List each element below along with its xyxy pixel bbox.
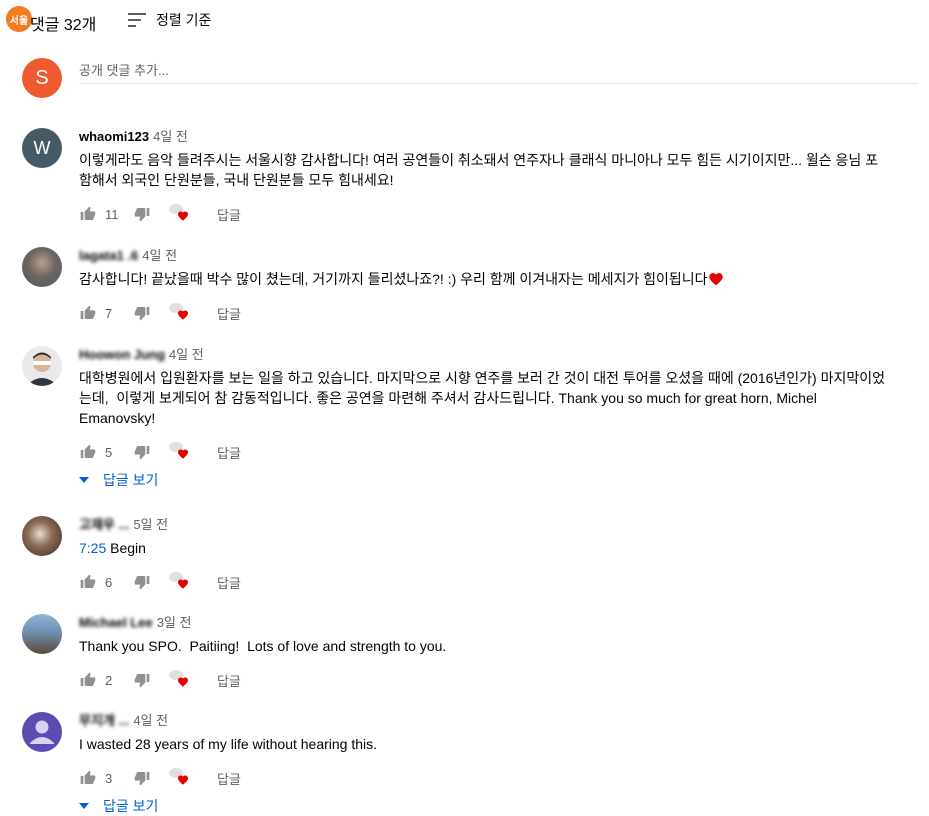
like-count: 5	[105, 444, 113, 460]
like-icon[interactable]	[79, 305, 97, 321]
comment-author[interactable]: whaomi123	[79, 129, 149, 144]
add-comment-input[interactable]: 공개 댓글 추가...	[79, 58, 918, 84]
dislike-icon[interactable]	[133, 206, 151, 222]
creator-heart-icon	[169, 768, 193, 788]
show-replies-label: 답글 보기	[103, 472, 159, 488]
heart-emoji-icon	[708, 273, 723, 286]
comment-text: I wasted 28 years of my life without hea…	[79, 736, 378, 752]
add-comment-row: S 공개 댓글 추가...	[22, 58, 918, 98]
sort-button[interactable]: 정렬 기준	[128, 10, 211, 30]
comment-time[interactable]: 5일 전	[133, 517, 168, 532]
reply-button[interactable]: 답글	[217, 573, 241, 592]
default-person-icon	[30, 720, 54, 744]
comment-author[interactable]: 고재우 ...	[79, 517, 129, 532]
timestamp-link[interactable]: 7:25	[79, 540, 106, 556]
avatar[interactable]	[22, 247, 62, 287]
comment-time[interactable]: 4일 전	[142, 248, 177, 263]
like-count: 6	[105, 574, 113, 590]
show-replies-button[interactable]: 답글 보기	[79, 470, 889, 490]
show-replies-label: 답글 보기	[103, 798, 159, 814]
comment-time[interactable]: 4일 전	[133, 713, 168, 728]
comment-text: Thank you SPO. Paitiing! Lots of love an…	[79, 638, 447, 654]
comment-author[interactable]: Hoowon Jung	[79, 347, 165, 362]
reply-button[interactable]: 답글	[217, 205, 241, 224]
like-icon[interactable]	[79, 672, 97, 688]
chevron-down-icon	[79, 803, 89, 809]
like-count: 11	[105, 206, 119, 222]
comment-time[interactable]: 4일 전	[169, 347, 204, 362]
avatar[interactable]	[22, 614, 62, 654]
show-replies-button[interactable]: 답글 보기	[79, 796, 889, 816]
comment-time[interactable]: 4일 전	[153, 129, 188, 144]
reply-button[interactable]: 답글	[217, 671, 241, 690]
creator-heart-icon	[169, 670, 193, 690]
avatar[interactable]	[22, 712, 62, 752]
comments-header: 서울 댓글 32개 정렬 기준	[0, 0, 929, 40]
creator-heart-icon	[169, 303, 193, 323]
dislike-icon[interactable]	[133, 574, 151, 590]
creator-heart-icon	[169, 442, 193, 462]
dislike-icon[interactable]	[133, 305, 151, 321]
chevron-down-icon	[79, 477, 89, 483]
like-icon[interactable]	[79, 206, 97, 222]
avatar[interactable]: W	[22, 128, 62, 168]
creator-heart-icon	[169, 572, 193, 592]
sort-icon	[128, 13, 146, 27]
reply-button[interactable]: 답글	[217, 443, 241, 462]
dislike-icon[interactable]	[133, 672, 151, 688]
comment-text: 대학병원에서 입원환자를 보는 일을 하고 있습니다. 마지막으로 시향 연주를…	[79, 370, 885, 426]
user-avatar[interactable]: S	[22, 58, 62, 98]
like-icon[interactable]	[79, 770, 97, 786]
profile-photo-icon	[26, 352, 58, 386]
reply-button[interactable]: 답글	[217, 304, 241, 323]
comment-author[interactable]: 무지개 ...	[79, 713, 129, 728]
like-icon[interactable]	[79, 444, 97, 460]
like-count: 7	[105, 305, 113, 321]
comment-text: 감사합니다! 끝났을때 박수 많이 쳤는데, 거기까지 들리셨나죠?! :) 우…	[79, 269, 889, 289]
like-count: 3	[105, 770, 113, 786]
comment-author[interactable]: lagata1 .6	[79, 248, 138, 263]
comment-text: 이렇게라도 음악 들려주시는 서울시향 감사합니다! 여러 공연들이 취소돼서 …	[79, 152, 879, 188]
creator-heart-icon	[169, 204, 193, 224]
like-icon[interactable]	[79, 574, 97, 590]
dislike-icon[interactable]	[133, 770, 151, 786]
avatar[interactable]	[22, 516, 62, 556]
comment-author[interactable]: Michael Lee	[79, 615, 153, 630]
comment-time[interactable]: 3일 전	[157, 615, 192, 630]
comment-text: 7:25 Begin	[79, 540, 146, 556]
reply-button[interactable]: 답글	[217, 769, 241, 788]
sort-label: 정렬 기준	[156, 12, 212, 28]
comment-count: 댓글 32개	[30, 17, 97, 34]
seoul-logo: 서울	[6, 6, 32, 32]
dislike-icon[interactable]	[133, 444, 151, 460]
avatar[interactable]	[22, 346, 62, 386]
like-count: 2	[105, 672, 113, 688]
